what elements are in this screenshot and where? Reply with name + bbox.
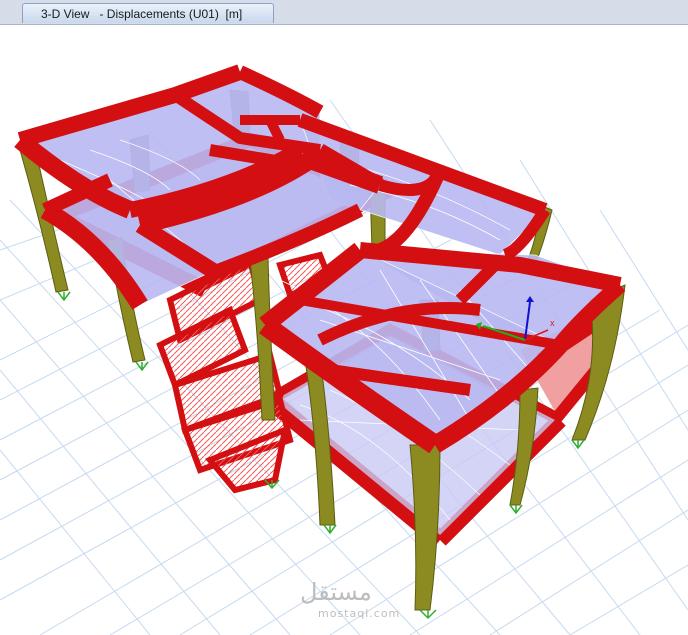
structure-3d-render: x (0, 64, 688, 635)
watermark-logo: مستقل (300, 578, 372, 606)
tab-3d-view[interactable]: 3-D View - Displacements (U01) [m] (22, 3, 274, 23)
window-titlebar: 3-D View - Displacements (U01) [m] (0, 0, 688, 25)
x-axis-label: x (550, 318, 555, 328)
tab-title: 3-D View - Displacements (U01) [m] (41, 7, 243, 21)
model-viewport[interactable]: x مستقل mostaql.com (0, 25, 688, 635)
watermark-url: mostaql.com (318, 607, 401, 620)
